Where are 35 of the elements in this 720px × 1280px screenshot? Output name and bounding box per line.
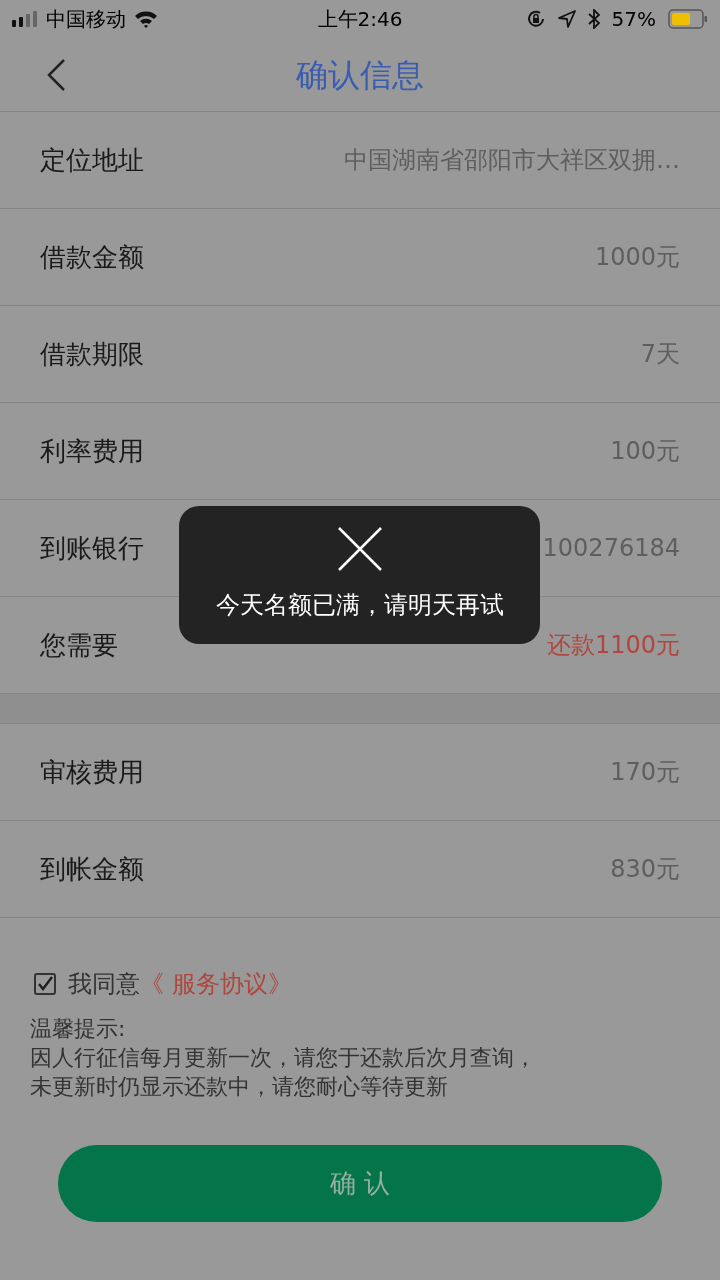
bluetooth-icon — [587, 9, 600, 29]
row-label: 到帐金额 — [40, 852, 144, 886]
battery-icon — [668, 9, 708, 29]
row-value: 100元 — [610, 436, 680, 467]
agreement-checkbox[interactable] — [34, 973, 56, 995]
location-arrow-icon — [557, 10, 576, 28]
row-label: 利率费用 — [40, 434, 144, 468]
row-label: 定位地址 — [40, 143, 144, 177]
agreement-label: 我同意 — [68, 970, 140, 998]
row-label: 借款期限 — [40, 337, 144, 371]
row-label: 审核费用 — [40, 755, 144, 789]
wifi-icon — [134, 10, 158, 28]
tips-text: 因人行征信每月更新一次，请您于还款后次月查询， — [30, 1044, 537, 1072]
page-title: 确认信息 — [296, 54, 424, 96]
row-value: 1000元 — [594, 242, 680, 273]
row-label: 借款金额 — [40, 240, 144, 274]
row-value: 7天 — [640, 339, 680, 370]
row-value: 还款1100元 — [546, 630, 680, 661]
row-value: 830元 — [610, 854, 680, 885]
tips-title: 温馨提示: — [30, 1015, 127, 1043]
row-label: 到账银行 — [40, 531, 144, 565]
toast-message: 今天名额已满，请明天再试 — [215, 590, 504, 621]
close-icon — [337, 527, 382, 571]
row-value: 170元 — [610, 757, 680, 788]
row-value: 100276184 — [542, 533, 680, 564]
row-value: 中国湖南省邵阳市大祥区双拥… — [344, 145, 680, 176]
clock-time: 上午2:46 — [317, 6, 403, 33]
service-agreement-link[interactable]: 《 服务协议》 — [140, 970, 292, 998]
tips-text: 未更新时仍显示还款中，请您耐心等待更新 — [30, 1073, 449, 1101]
row-label: 您需要 — [40, 628, 118, 662]
rotation-lock-icon — [525, 9, 546, 29]
battery-percent: 57% — [611, 6, 656, 33]
confirm-button[interactable]: 确 认 — [58, 1145, 662, 1222]
signal-icon — [12, 11, 38, 27]
carrier-name: 中国移动 — [46, 6, 126, 33]
